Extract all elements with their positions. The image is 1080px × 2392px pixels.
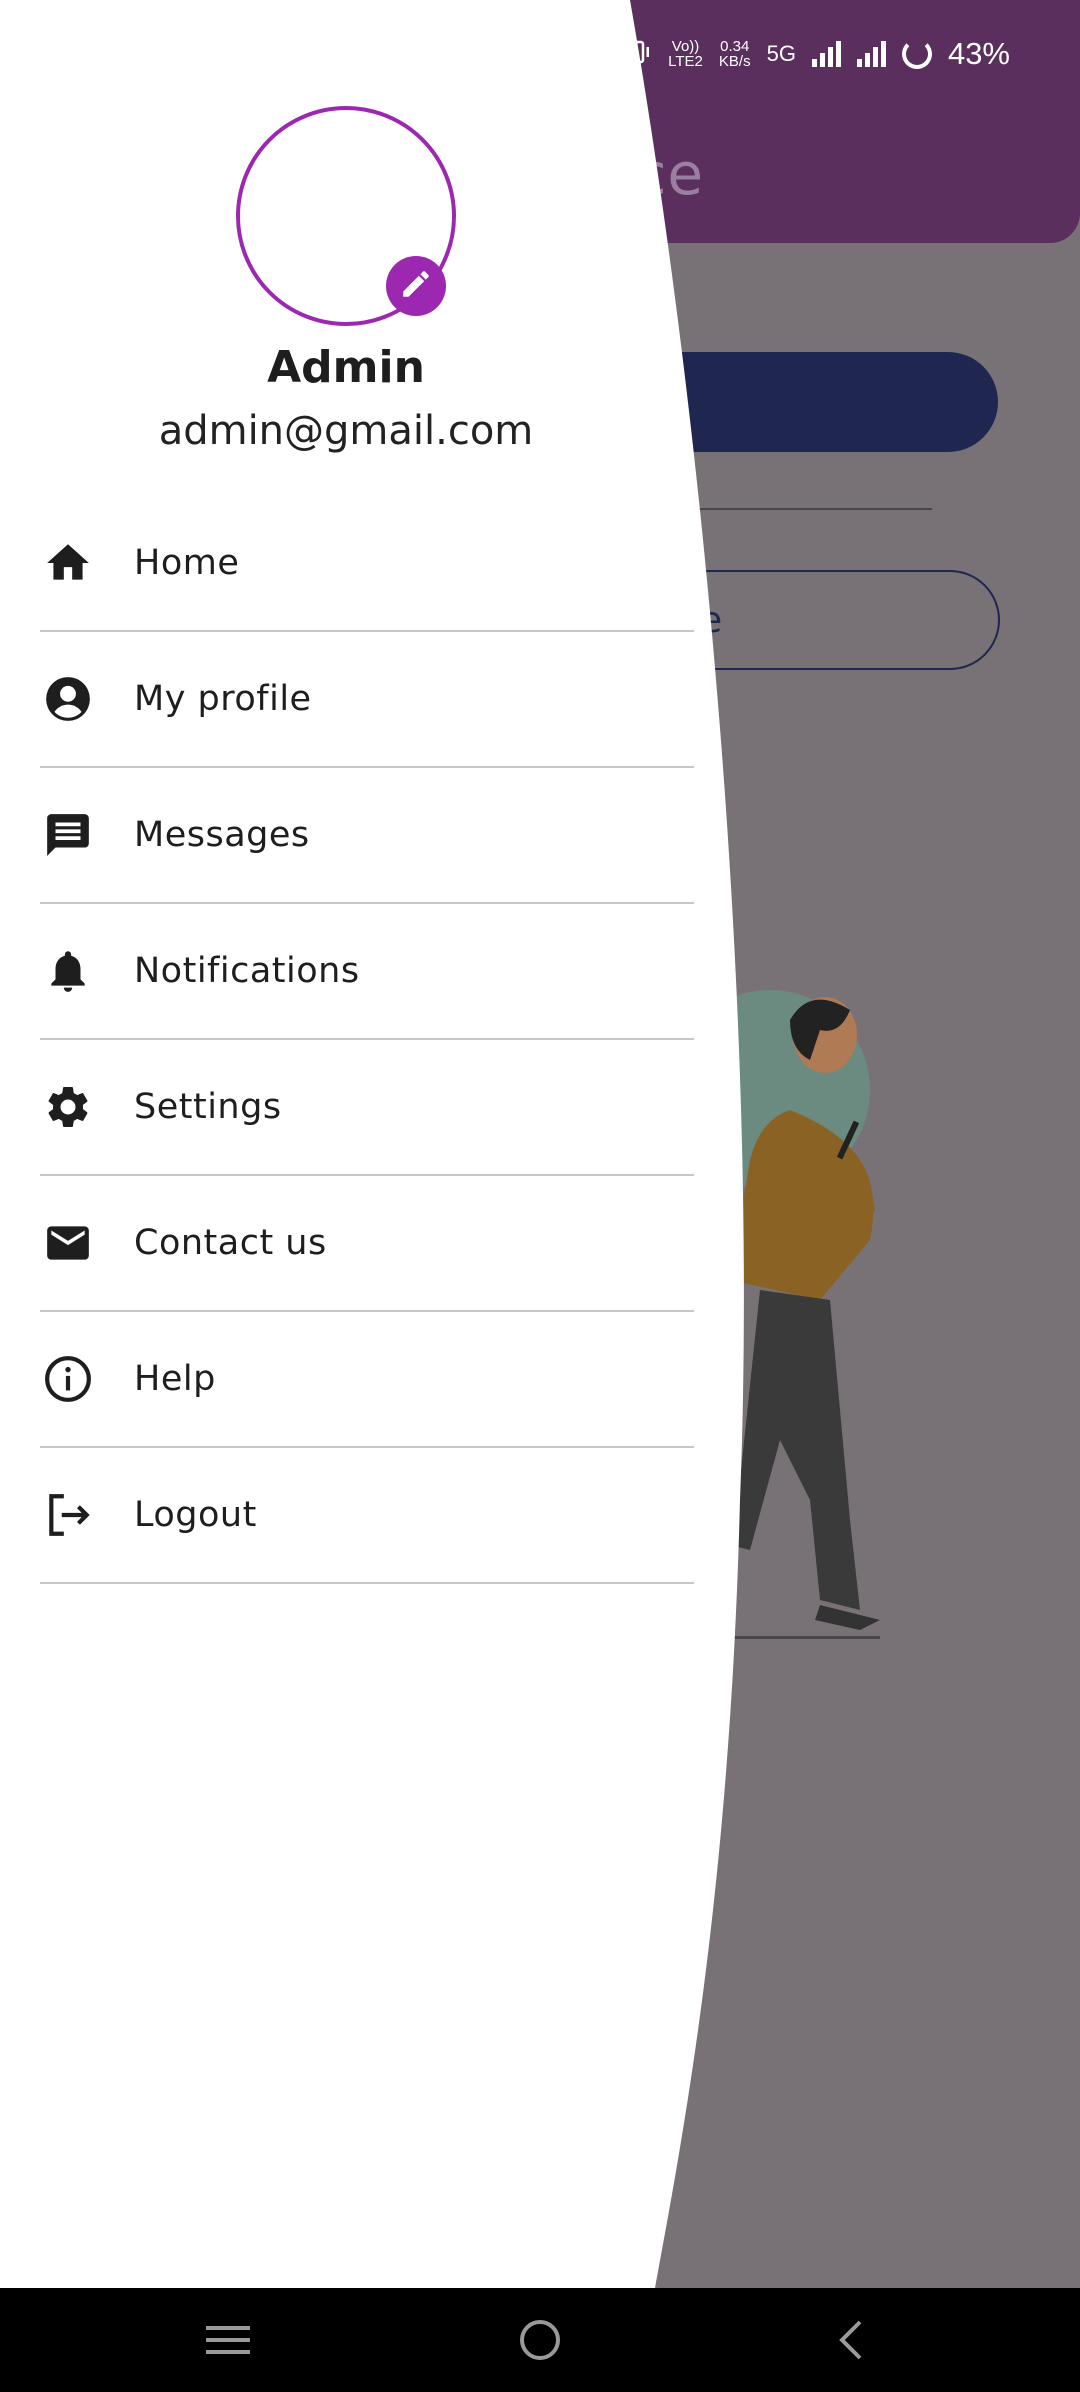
logout-icon: [42, 1489, 94, 1541]
menu-label: Contact us: [134, 1223, 327, 1263]
menu-label: My profile: [134, 679, 312, 719]
menu-label: Messages: [134, 815, 310, 855]
menu-label: Notifications: [134, 951, 360, 991]
account-circle-icon: [42, 673, 94, 725]
menu-label: Settings: [134, 1087, 282, 1127]
menu-item-contact-us[interactable]: Contact us: [40, 1176, 694, 1312]
signal-icon-2: [856, 41, 886, 67]
recents-button[interactable]: [200, 2314, 256, 2370]
menu-item-messages[interactable]: Messages: [40, 768, 694, 904]
network-type: 5G: [766, 41, 796, 66]
back-button[interactable]: [822, 2314, 878, 2370]
menu-label: Home: [134, 543, 240, 583]
message-icon: [42, 809, 94, 861]
back-icon: [832, 2318, 868, 2366]
mail-icon: [42, 1217, 94, 1269]
menu-label: Logout: [134, 1495, 257, 1535]
menu-icon: [204, 2322, 252, 2362]
menu-item-help[interactable]: Help: [40, 1312, 694, 1448]
menu-item-logout[interactable]: Logout: [40, 1448, 694, 1584]
pencil-icon: [399, 267, 433, 305]
menu-item-my-profile[interactable]: My profile: [40, 632, 694, 768]
menu-item-notifications[interactable]: Notifications: [40, 904, 694, 1040]
menu-label: Help: [134, 1359, 216, 1399]
edit-avatar-button[interactable]: [386, 256, 446, 316]
system-nav-bar: [0, 2288, 1080, 2392]
user-email: admin@gmail.com: [158, 408, 534, 454]
menu-item-home[interactable]: Home: [40, 496, 694, 632]
menu-item-settings[interactable]: Settings: [40, 1040, 694, 1176]
drawer-menu: Home My profile Messages Notifications S…: [0, 496, 700, 1584]
home-circle-icon: [517, 2317, 563, 2367]
home-button[interactable]: [512, 2314, 568, 2370]
user-name: Admin: [267, 342, 425, 393]
gear-icon: [42, 1081, 94, 1133]
navigation-drawer: Admin admin@gmail.com Home My profile Me…: [0, 0, 700, 2288]
signal-icon: [811, 41, 841, 67]
battery-level: 43%: [947, 36, 1010, 71]
home-icon: [42, 537, 94, 589]
bell-icon: [42, 945, 94, 997]
battery-ring-icon: [901, 39, 932, 69]
info-icon: [42, 1353, 94, 1405]
